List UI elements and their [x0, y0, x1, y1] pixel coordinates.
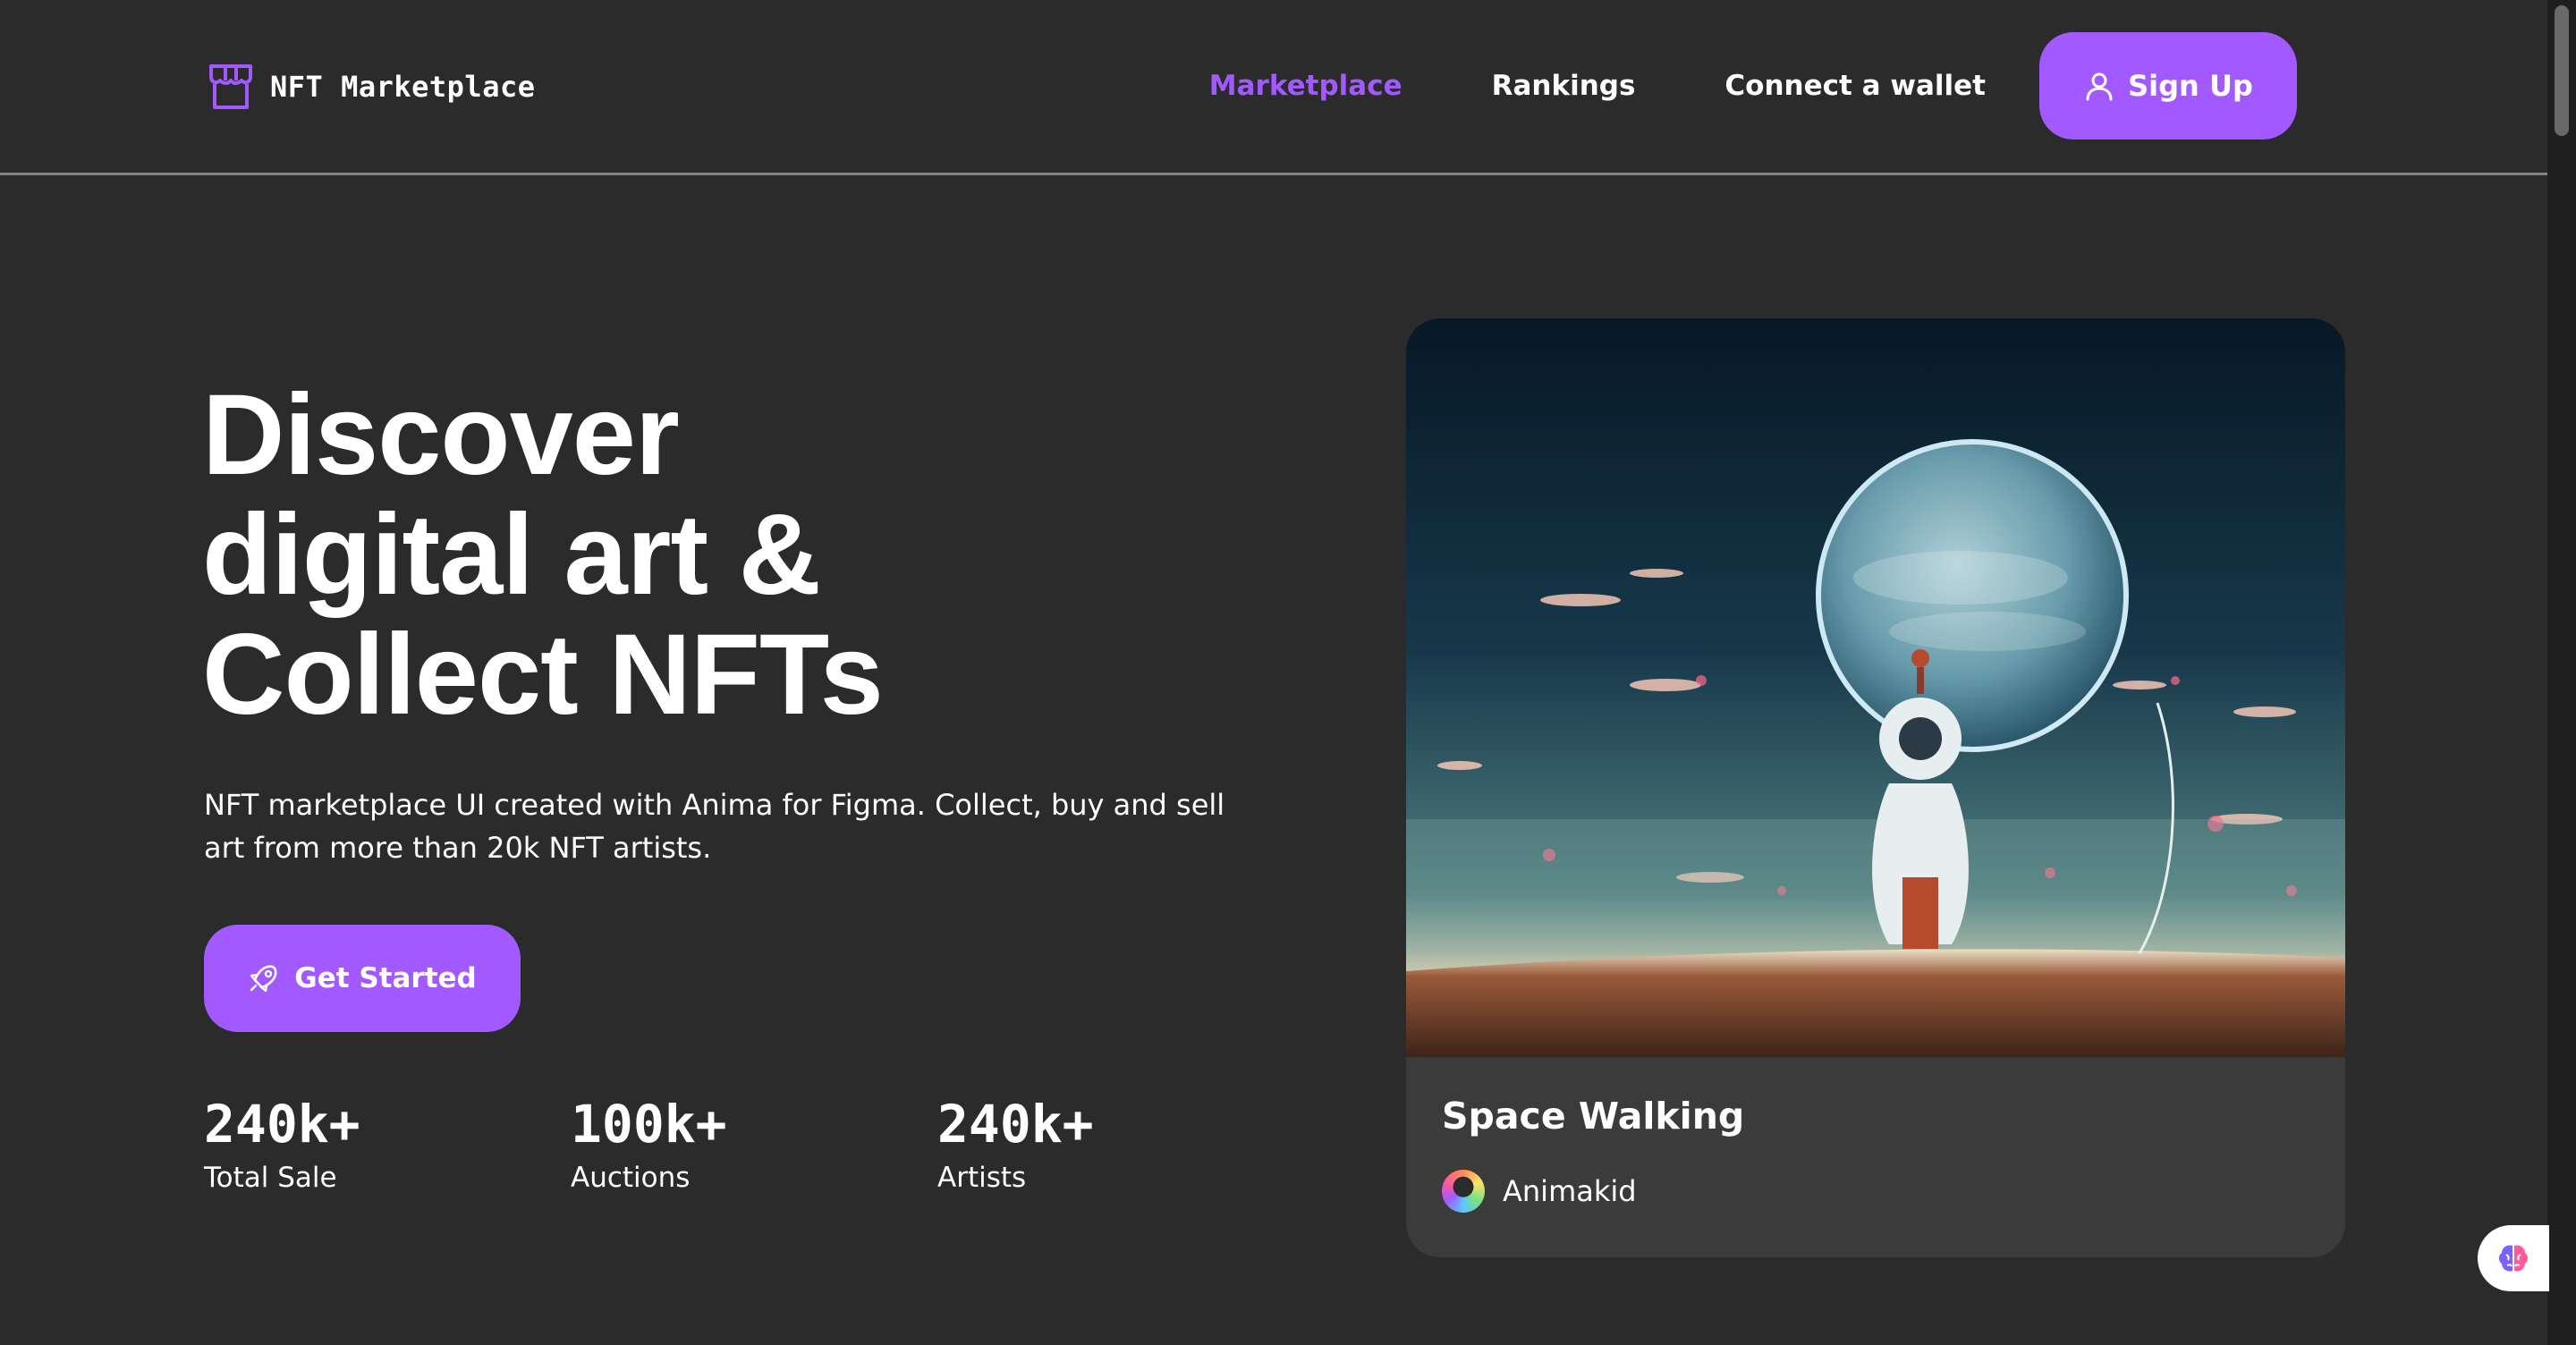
page-scrollbar[interactable]: [2547, 0, 2576, 1345]
artist-avatar[interactable]: [1442, 1170, 1485, 1213]
brain-icon: [2499, 1245, 2528, 1272]
stat-label: Artists: [937, 1162, 1027, 1194]
brand-logo[interactable]: NFT Marketplace: [206, 61, 535, 113]
nav-link-rankings[interactable]: Rankings: [1492, 70, 1636, 102]
hero-description: NFT marketplace UI created with Anima fo…: [204, 788, 1225, 865]
nav-link-marketplace[interactable]: Marketplace: [1209, 70, 1402, 102]
hero-headline: Discover digital art & Collect NFTs: [202, 376, 1275, 735]
stat-value: 100k+: [571, 1094, 727, 1155]
brand-name: NFT Marketplace: [270, 70, 536, 104]
get-started-label: Get Started: [294, 962, 477, 994]
headline-line-3: Collect NFTs: [202, 611, 884, 739]
main-nav: Marketplace Rankings Connect a wallet Si…: [1209, 32, 2297, 140]
stat-value: 240k+: [204, 1094, 360, 1155]
headline-line-2: digital art &: [202, 491, 821, 619]
nav-link-connect-wallet[interactable]: Connect a wallet: [1724, 70, 1986, 102]
nft-artwork-image: [1406, 318, 2345, 1057]
user-icon: [2086, 72, 2113, 101]
featured-nft-card[interactable]: Space Walking Animakid: [1406, 318, 2345, 1257]
storefront-icon: [209, 64, 252, 109]
stats-row: 240k+ Total Sale 100k+ Auctions 240k+ Ar…: [204, 1093, 1304, 1200]
top-navbar: NFT Marketplace Marketplace Rankings Con…: [0, 0, 2547, 175]
nft-title: Space Walking: [1442, 1095, 1745, 1138]
scrollbar-thumb[interactable]: [2555, 5, 2569, 136]
get-started-button[interactable]: Get Started: [204, 925, 521, 1032]
sign-up-label: Sign Up: [2128, 69, 2253, 103]
stat-total-sale: 240k+ Total Sale: [204, 1093, 571, 1200]
card-info: Space Walking Animakid: [1442, 1091, 1744, 1213]
rocket-icon: [250, 965, 277, 993]
stat-auctions: 100k+ Auctions: [571, 1093, 937, 1200]
floating-assistant-button[interactable]: [2478, 1225, 2549, 1291]
sign-up-button[interactable]: Sign Up: [2039, 32, 2297, 140]
stat-value: 240k+: [937, 1094, 1094, 1155]
stat-artists: 240k+ Artists: [937, 1093, 1304, 1200]
headline-line-1: Discover: [202, 371, 680, 499]
stat-label: Total Sale: [204, 1162, 337, 1194]
artist-name[interactable]: Animakid: [1503, 1174, 1637, 1208]
artist-row[interactable]: Animakid: [1442, 1170, 1744, 1213]
stat-label: Auctions: [571, 1162, 691, 1194]
